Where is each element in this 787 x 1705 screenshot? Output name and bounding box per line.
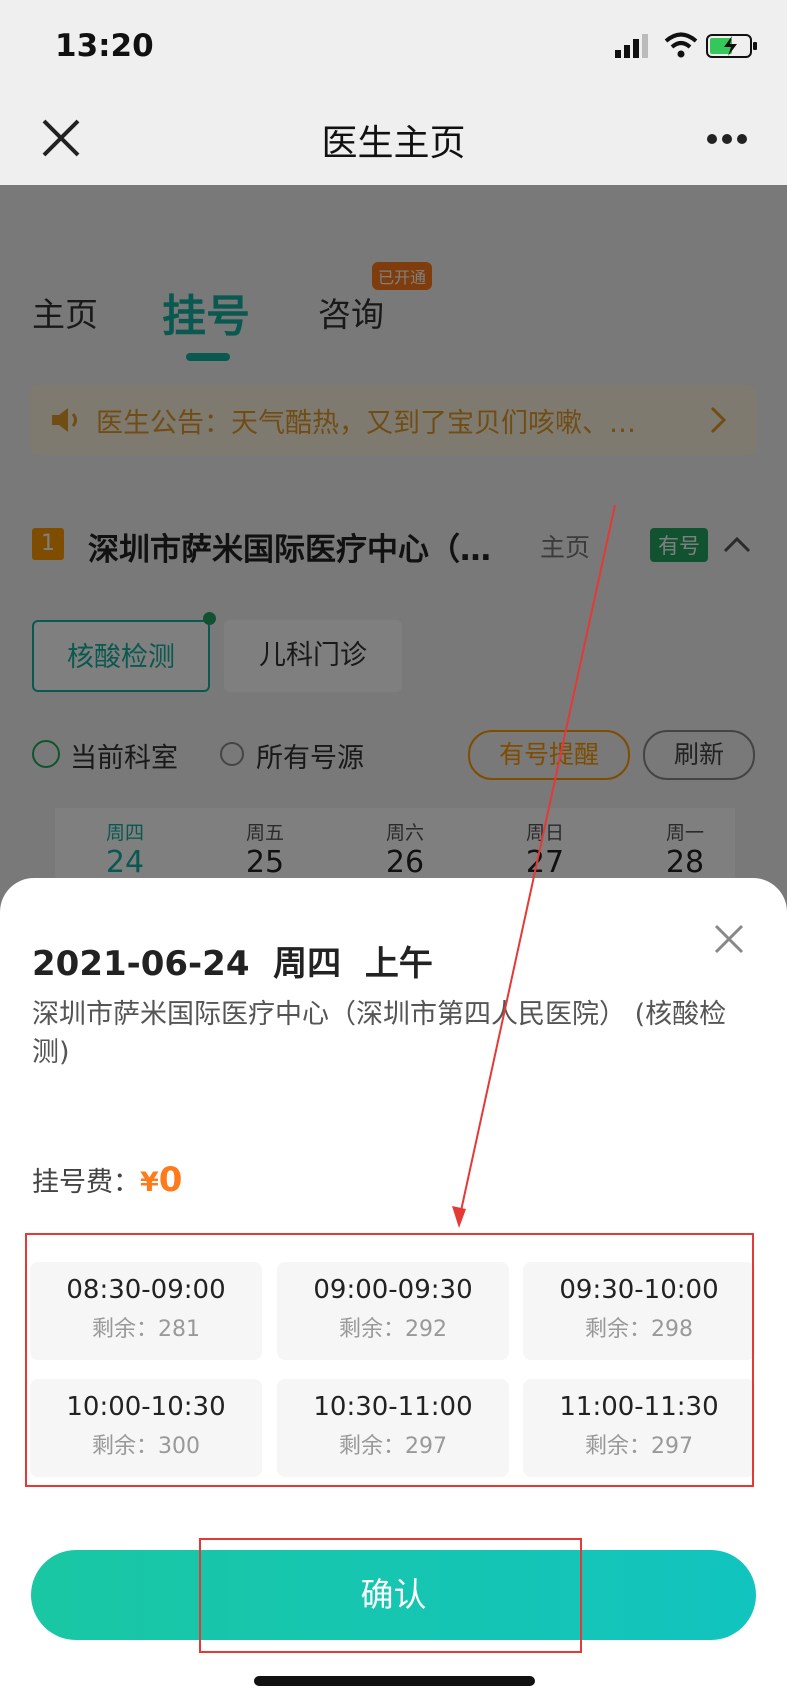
signal-icon — [615, 34, 648, 58]
sheet-title: 2021-06-24 周四 上午 — [32, 936, 433, 985]
page-title: 医生主页 — [321, 123, 466, 164]
nav-bar: 医生主页 — [0, 90, 787, 186]
battery-icon — [706, 34, 757, 58]
home-indicator — [254, 1676, 535, 1686]
annotation-slots-box — [25, 1233, 754, 1487]
fee-value: 0 — [158, 1160, 183, 1200]
status-time: 13:20 — [55, 28, 154, 64]
sheet-date: 2021-06-24 — [32, 944, 250, 984]
sheet-location: 深圳市萨米国际医疗中心（深圳市第四人民医院） (核酸检测) — [32, 999, 727, 1068]
more-icon[interactable] — [706, 133, 748, 145]
status-bar: 13:20 — [0, 0, 787, 90]
sheet-period: 上午 — [364, 944, 433, 984]
wifi-icon — [664, 32, 698, 58]
fee-row: 挂号费：¥0 — [32, 1160, 182, 1200]
annotation-confirm-box — [199, 1538, 582, 1653]
fee-currency: ¥ — [140, 1167, 159, 1198]
fee-label: 挂号费： — [32, 1167, 140, 1198]
sheet-weekday: 周四 — [273, 944, 342, 984]
close-icon[interactable] — [712, 922, 746, 956]
